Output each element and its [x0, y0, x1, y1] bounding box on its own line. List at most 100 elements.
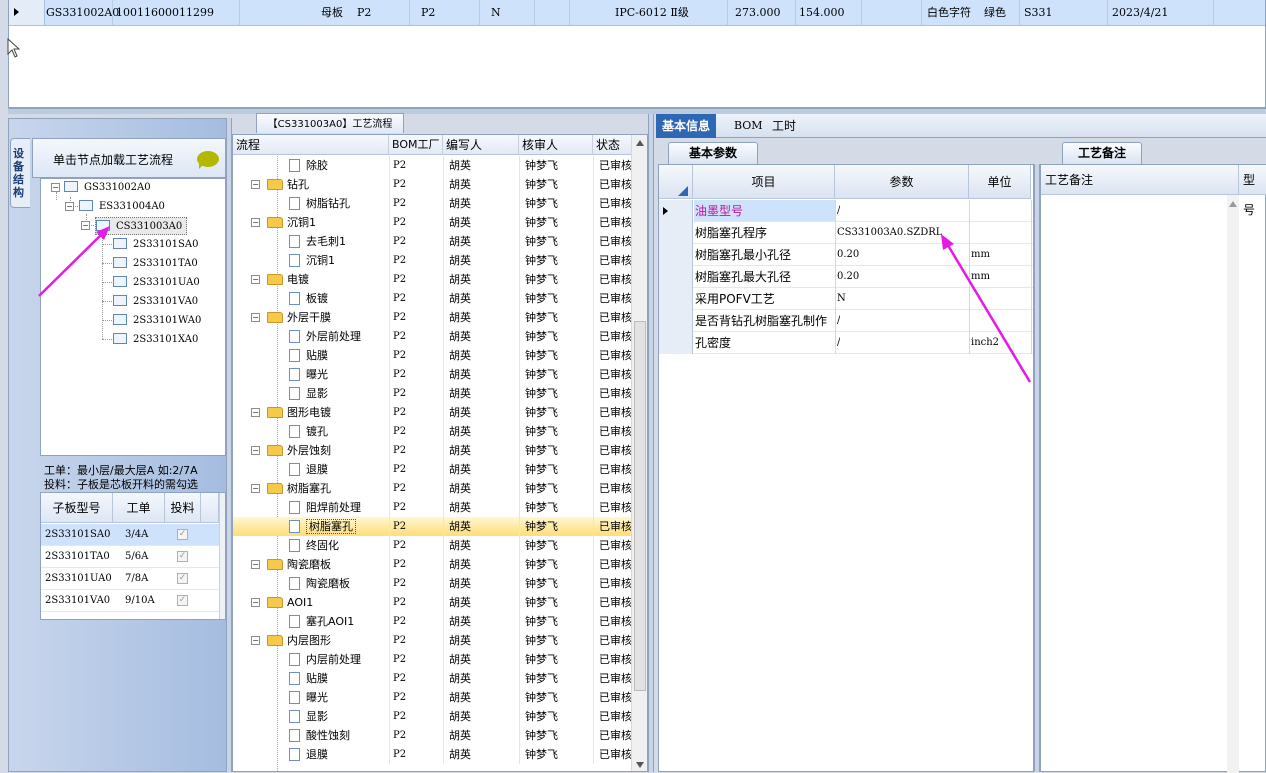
col-header-model[interactable]: 型号: [1239, 165, 1266, 217]
scroll-up-icon[interactable]: [635, 139, 645, 147]
feed-checkbox[interactable]: ✓: [177, 551, 188, 562]
tree-node-child[interactable]: 2S33101WA0: [113, 312, 201, 330]
tree-node-child[interactable]: 2S33101UA0: [113, 274, 200, 292]
tree-node-es[interactable]: ES331004A0: [79, 198, 165, 216]
col-header-feed[interactable]: 投料: [165, 493, 201, 523]
collapse-toggle-icon[interactable]: −: [251, 598, 260, 607]
process-flow-tab[interactable]: 【CS331003A0】工艺流程: [256, 113, 404, 133]
process-row[interactable]: − 图形电镀 P2 胡英 钟梦飞 已审核: [233, 403, 631, 422]
vertical-scrollbar[interactable]: [631, 135, 647, 771]
process-row[interactable]: 曝光 P2 胡英 钟梦飞 已审核: [233, 365, 631, 384]
process-row[interactable]: 显影 P2 胡英 钟梦飞 已审核: [233, 707, 631, 726]
process-row[interactable]: 退膜 P2 胡英 钟梦飞 已审核: [233, 745, 631, 764]
process-row[interactable]: 板镀 P2 胡英 钟梦飞 已审核: [233, 289, 631, 308]
tab-bom[interactable]: BOM: [728, 114, 769, 138]
process-row[interactable]: 镀孔 P2 胡英 钟梦飞 已审核: [233, 422, 631, 441]
feed-checkbox[interactable]: ✓: [177, 573, 188, 584]
col-header-flow[interactable]: 流程: [233, 135, 389, 155]
tab-basic-params[interactable]: 基本参数: [668, 142, 758, 164]
process-row[interactable]: − 树脂塞孔 P2 胡英 钟梦飞 已审核: [233, 479, 631, 498]
collapse-toggle-icon[interactable]: −: [251, 313, 260, 322]
process-row[interactable]: 树脂钻孔 P2 胡英 钟梦飞 已审核: [233, 194, 631, 213]
col-header-writer[interactable]: 编写人: [443, 135, 519, 155]
col-header-model[interactable]: 子板型号: [41, 493, 113, 523]
vertical-scrollbar[interactable]: [219, 493, 225, 619]
param-value[interactable]: /: [837, 310, 840, 332]
col-header-status[interactable]: 状态: [593, 135, 633, 155]
process-row[interactable]: 显影 P2 胡英 钟梦飞 已审核: [233, 384, 631, 403]
collapse-toggle-icon[interactable]: −: [251, 560, 260, 569]
process-row[interactable]: 酸性蚀刻 P2 胡英 钟梦飞 已审核: [233, 726, 631, 745]
tab-basic-info[interactable]: 基本信息: [656, 114, 717, 138]
param-value[interactable]: /: [837, 332, 840, 354]
param-value[interactable]: CS331003A0.SZDRL: [837, 222, 942, 244]
feed-checkbox[interactable]: ✓: [177, 529, 188, 540]
collapse-toggle-icon[interactable]: −: [251, 275, 260, 284]
process-row[interactable]: 去毛刺1 P2 胡英 钟梦飞 已审核: [233, 232, 631, 251]
param-row[interactable]: 油墨型号 /: [659, 200, 1033, 222]
collapse-toggle-icon[interactable]: −: [251, 180, 260, 189]
collapse-toggle-icon[interactable]: −: [251, 484, 260, 493]
tab-work-hours[interactable]: 工时: [766, 114, 802, 138]
process-flow-grid[interactable]: 流程 BOM工厂 编写人 核审人 状态 除胶 P2 胡英 钟梦飞 已审核 − 钻孔 P2 胡英钟…: [232, 134, 648, 772]
process-row[interactable]: 除胶 P2 胡英 钟梦飞 已审核: [233, 156, 631, 175]
process-row[interactable]: − 沉铜1 P2 胡英 钟梦飞 已审核: [233, 213, 631, 232]
process-row[interactable]: − 内层图形 P2 胡英 钟梦飞 已审核: [233, 631, 631, 650]
col-header-unit[interactable]: 单位: [969, 165, 1031, 199]
scroll-down-icon[interactable]: [635, 761, 645, 769]
process-row[interactable]: 退膜 P2 胡英 钟梦飞 已审核: [233, 460, 631, 479]
collapse-toggle-icon[interactable]: −: [251, 408, 260, 417]
top-data-grid[interactable]: GS331002A0 10011600011299 母板 P2 P2 N IPC…: [8, 0, 1266, 108]
process-row[interactable]: 终固化 P2 胡英 钟梦飞 已审核: [233, 536, 631, 555]
param-value[interactable]: N: [837, 288, 846, 310]
vertical-tab-device-structure[interactable]: 设备结构: [10, 138, 30, 208]
collapse-toggle-icon[interactable]: −: [251, 446, 260, 455]
process-row-selected[interactable]: 树脂塞孔 P2 胡英 钟梦飞 已审核: [233, 517, 631, 536]
collapse-toggle-icon[interactable]: −: [65, 202, 74, 211]
process-row[interactable]: − 陶瓷磨板 P2 胡英 钟梦飞 已审核: [233, 555, 631, 574]
process-row[interactable]: 曝光 P2 胡英 钟梦飞 已审核: [233, 688, 631, 707]
col-header-item[interactable]: 项目: [693, 165, 835, 199]
table-row[interactable]: 2S33101SA0 3/4A ✓: [41, 524, 221, 546]
tree-node-child[interactable]: 2S33101VA0: [113, 293, 198, 311]
table-row[interactable]: 2S33101VA0 9/10A ✓: [41, 590, 221, 612]
table-row[interactable]: 2S33101TA0 5/6A ✓: [41, 546, 221, 568]
vertical-scrollbar[interactable]: [1227, 195, 1239, 773]
process-row[interactable]: − 外层蚀刻 P2 胡英 钟梦飞 已审核: [233, 441, 631, 460]
col-header-param[interactable]: 参数: [835, 165, 969, 199]
tab-process-notes[interactable]: 工艺备注: [1062, 142, 1142, 164]
param-value[interactable]: 0.20: [837, 244, 859, 266]
param-value[interactable]: 0.20: [837, 266, 859, 288]
process-row[interactable]: 贴膜 P2 胡英 钟梦飞 已审核: [233, 346, 631, 365]
collapse-toggle-icon[interactable]: −: [251, 636, 260, 645]
process-row[interactable]: 塞孔AOI1 P2 胡英 钟梦飞 已审核: [233, 612, 631, 631]
param-value[interactable]: /: [837, 200, 840, 222]
col-header-order[interactable]: 工单: [113, 493, 165, 523]
scrollbar-thumb[interactable]: [634, 321, 646, 691]
speech-bubble-icon[interactable]: [197, 151, 219, 169]
sub-board-grid[interactable]: 子板型号 工单 投料 2S33101SA0 3/4A ✓ 2S33101TA0 …: [40, 492, 226, 620]
process-row[interactable]: − 电镀 P2 胡英 钟梦飞 已审核: [233, 270, 631, 289]
table-row[interactable]: 2S33101UA0 7/8A ✓: [41, 568, 221, 590]
top-grid-selected-row[interactable]: GS331002A0 10011600011299 母板 P2 P2 N IPC…: [9, 0, 1265, 26]
structure-tree[interactable]: − GS331002A0 − ES331004A0 − CS331003A0 2…: [40, 178, 226, 456]
scroll-up-icon[interactable]: [1229, 201, 1237, 207]
process-row[interactable]: 阻焊前处理 P2 胡英 钟梦飞 已审核: [233, 498, 631, 517]
process-notes-grid[interactable]: 工艺备注 型号: [1040, 164, 1266, 773]
process-row[interactable]: − 钻孔 P2 胡英 钟梦飞 已审核: [233, 175, 631, 194]
process-row[interactable]: 内层前处理 P2 胡英 钟梦飞 已审核: [233, 650, 631, 669]
feed-checkbox[interactable]: ✓: [177, 595, 188, 606]
collapse-toggle-icon[interactable]: −: [51, 183, 60, 192]
process-row[interactable]: 陶瓷磨板 P2 胡英 钟梦飞 已审核: [233, 574, 631, 593]
process-row[interactable]: 沉铜1 P2 胡英 钟梦飞 已审核: [233, 251, 631, 270]
tree-node-child[interactable]: 2S33101SA0: [113, 236, 198, 254]
process-row[interactable]: 贴膜 P2 胡英 钟梦飞 已审核: [233, 669, 631, 688]
process-row[interactable]: − 外层干膜 P2 胡英 钟梦飞 已审核: [233, 308, 631, 327]
col-header-reviewer[interactable]: 核审人: [519, 135, 593, 155]
col-header-bom-factory[interactable]: BOM工厂: [389, 135, 443, 155]
vertical-splitter-middle[interactable]: [648, 114, 654, 772]
tree-node-child[interactable]: 2S33101XA0: [113, 331, 198, 349]
tree-node-root[interactable]: GS331002A0: [64, 179, 151, 197]
process-row[interactable]: 外层前处理 P2 胡英 钟梦飞 已审核: [233, 327, 631, 346]
process-row[interactable]: − AOI1 P2 胡英 钟梦飞 已审核: [233, 593, 631, 612]
